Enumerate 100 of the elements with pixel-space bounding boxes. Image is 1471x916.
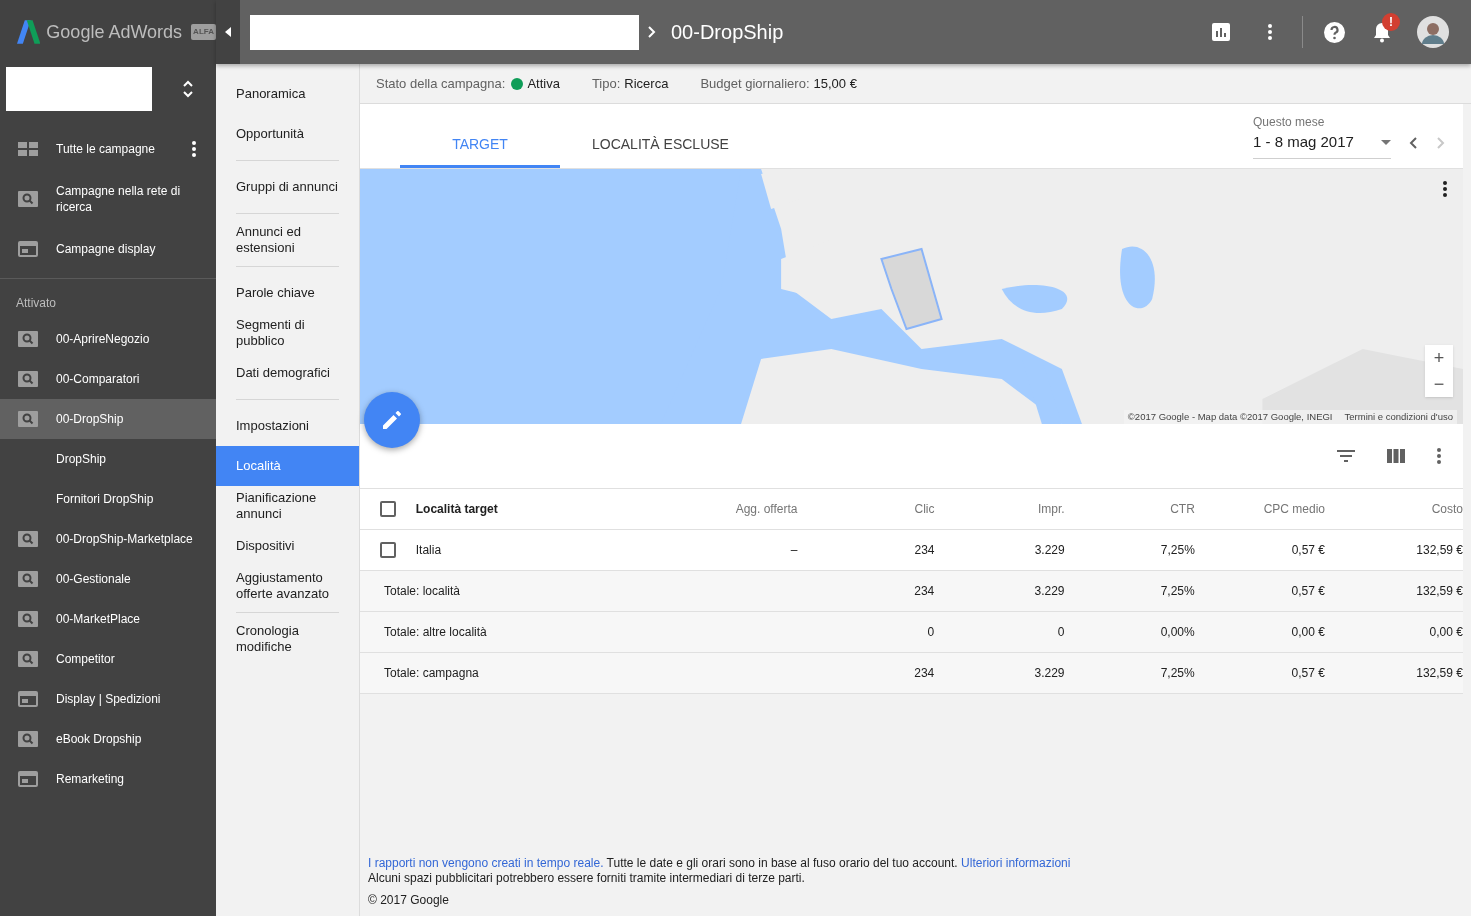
- avatar[interactable]: [1417, 16, 1449, 48]
- nav-item[interactable]: Località: [216, 446, 359, 486]
- nav-item[interactable]: Impostazioni: [216, 406, 359, 446]
- campaign-item[interactable]: 00-AprireNegozio: [0, 319, 216, 359]
- table-cell-text: 3.229: [1033, 583, 1065, 600]
- date-range-picker[interactable]: Questo mese 1 - 8 mag 2017: [1253, 113, 1391, 159]
- row-checkbox[interactable]: [380, 542, 396, 558]
- table-cell-text: Italia: [414, 542, 443, 559]
- campaign-item[interactable]: eBook Dropship: [0, 719, 216, 759]
- chevron-right-icon: [648, 26, 656, 38]
- expand-collapse-icon[interactable]: [182, 80, 194, 98]
- nav-item[interactable]: Segmenti di pubblico: [216, 313, 359, 353]
- nav-item[interactable]: Gruppi di annunci: [216, 167, 359, 207]
- sidebar-item[interactable]: Campagne nella rete di ricerca: [0, 177, 216, 221]
- status-value: 15,00 €: [813, 74, 857, 93]
- column-header[interactable]: Costo: [1325, 500, 1463, 518]
- table-cell-text: 234: [913, 583, 935, 600]
- nav-item[interactable]: Parole chiave: [216, 273, 359, 313]
- map-attribution: ©2017 Google - Map data ©2017 Google, INEGI: [1127, 409, 1333, 424]
- search-campaign-icon: [18, 531, 38, 547]
- more-icon[interactable]: [1443, 181, 1447, 197]
- tab[interactable]: LOCALITÀ ESCLUSE: [560, 103, 761, 168]
- select-all-checkbox[interactable]: [380, 501, 396, 517]
- column-header[interactable]: Clic: [797, 500, 935, 518]
- table-cell-text: 132,59 €: [1415, 665, 1463, 682]
- nav-item[interactable]: Dati demografici: [216, 353, 359, 393]
- section-label: Attivato: [15, 295, 58, 312]
- status-label: Tipo:: [591, 74, 621, 93]
- help-icon[interactable]: [1324, 21, 1345, 43]
- column-header[interactable]: CPC medio: [1194, 500, 1325, 518]
- table-cell-text: 132,59 €: [1415, 583, 1463, 600]
- search-field[interactable]: [250, 14, 639, 50]
- campaign-item[interactable]: 00-DropShip-Marketplace: [0, 519, 216, 559]
- campaign-item[interactable]: Fornitori DropShip: [0, 479, 216, 519]
- table-cell-text: 234: [913, 665, 935, 682]
- more-icon[interactable]: [192, 141, 196, 157]
- display-campaign-icon: [18, 241, 38, 257]
- info-link[interactable]: Ulteriori informazioni: [961, 856, 1071, 870]
- table-cell-text: 0,00%: [1159, 624, 1195, 641]
- table-cell-text: Totale: altre località: [383, 624, 488, 641]
- table-cell-text: 3.229: [1033, 542, 1065, 559]
- column-header[interactable]: Impr.: [934, 500, 1065, 518]
- campaign-item[interactable]: 00-DropShip: [0, 399, 216, 439]
- search-campaign-icon: [18, 411, 38, 427]
- search-campaign-icon: [18, 571, 38, 587]
- status-label: Budget giornaliero:: [700, 74, 810, 93]
- column-header[interactable]: CTR: [1064, 500, 1195, 518]
- table-cell-text: 132,59 €: [1415, 542, 1463, 559]
- display-campaign-icon: [18, 771, 38, 787]
- disclaimer-text: Alcuni spazi pubblicitari potrebbero essere forniti tramite intermediari di terze parti.: [368, 871, 806, 886]
- terms-link[interactable]: Termini e condizioni d'uso: [1344, 409, 1453, 424]
- campaign-item[interactable]: DropShip: [0, 439, 216, 479]
- nav-item[interactable]: Opportunità: [216, 114, 359, 154]
- nav-item[interactable]: Panoramica: [216, 74, 359, 114]
- campaign-item[interactable]: Display | Spedizioni: [0, 679, 216, 719]
- table-cell-text: 0: [1056, 624, 1065, 641]
- zoom-in-button[interactable]: +: [1425, 345, 1453, 371]
- info-link[interactable]: I rapporti non vengono creati in tempo reale.: [368, 856, 604, 870]
- table-cell-text: 0,00 €: [1290, 624, 1325, 641]
- logo-icon: [17, 20, 41, 44]
- search-campaign-icon: [18, 731, 38, 747]
- notification-badge: !: [1382, 13, 1400, 31]
- dropdown-icon: [1381, 140, 1391, 145]
- status-value: Ricerca: [624, 74, 669, 93]
- search-campaign-icon: [18, 371, 38, 387]
- edit-button[interactable]: [364, 392, 420, 448]
- pencil-icon: [383, 411, 401, 429]
- campaign-item[interactable]: Remarketing: [0, 759, 216, 799]
- columns-icon[interactable]: [1387, 449, 1405, 463]
- table-cell-text: 0: [926, 624, 935, 641]
- nav-item[interactable]: Dispositivi: [216, 526, 359, 566]
- campaign-item[interactable]: 00-MarketPlace: [0, 599, 216, 639]
- column-header[interactable]: Località target: [395, 500, 641, 518]
- collapse-sidebar-button[interactable]: [216, 0, 240, 64]
- table-cell-text: 0,57 €: [1290, 583, 1325, 600]
- more-icon[interactable]: [1268, 24, 1272, 40]
- sidebar-item[interactable]: Tutte le campagne: [0, 127, 216, 171]
- account-field[interactable]: [6, 67, 152, 111]
- table-cell-text: 234: [913, 542, 935, 559]
- filter-icon[interactable]: [1337, 450, 1355, 462]
- nav-item[interactable]: Pianificazione annunci: [216, 486, 359, 526]
- column-header[interactable]: Agg. offerta: [640, 500, 798, 518]
- campaign-item[interactable]: 00-Gestionale: [0, 559, 216, 599]
- copyright: © 2017 Google: [368, 893, 450, 908]
- page-title: 00-DropShip: [671, 20, 784, 45]
- campaign-item[interactable]: 00-Comparatori: [0, 359, 216, 399]
- nav-item[interactable]: Annunci ed estensioni: [216, 220, 359, 260]
- more-icon[interactable]: [1437, 448, 1441, 464]
- zoom-out-button[interactable]: −: [1425, 371, 1453, 397]
- table-cell-text: 0,00 €: [1428, 624, 1463, 641]
- table-cell-text: Totale: località: [383, 583, 462, 600]
- sidebar-item[interactable]: Campagne display: [0, 227, 216, 271]
- nav-item[interactable]: Aggiustamento offerte avanzato: [216, 566, 359, 606]
- chevron-left-icon[interactable]: [1409, 136, 1417, 149]
- bar-chart-icon[interactable]: [1212, 23, 1230, 41]
- campaign-item[interactable]: Competitor: [0, 639, 216, 679]
- search-campaign-icon: [18, 331, 38, 347]
- nav-item[interactable]: Cronologia modifiche: [216, 619, 359, 659]
- caret-icon: [225, 27, 231, 37]
- table-cell-text: 0,57 €: [1290, 665, 1325, 682]
